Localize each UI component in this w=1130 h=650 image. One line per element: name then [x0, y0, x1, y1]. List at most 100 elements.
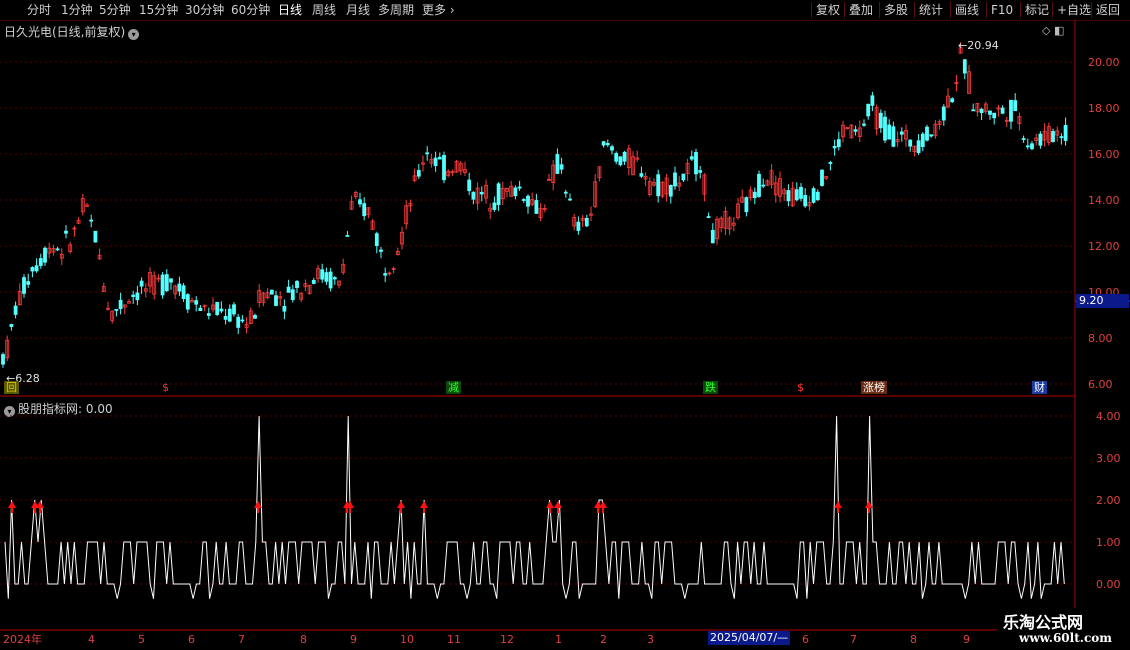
candle-body: [979, 108, 984, 113]
candle-body: [1030, 143, 1034, 150]
price-tick-label: 16.00: [1088, 148, 1120, 161]
candle-body: [916, 140, 921, 154]
candle-body: [311, 279, 316, 284]
time-tick-label: 11: [447, 633, 461, 646]
candle-body: [26, 281, 31, 285]
candle-body: [614, 153, 619, 162]
time-tick-label: 5: [138, 633, 145, 646]
candle-body: [362, 203, 367, 217]
candle-body: [517, 186, 522, 189]
candle-body: [118, 299, 123, 310]
candle-body: [253, 315, 257, 319]
candle-body: [34, 265, 39, 272]
candle-body: [43, 247, 47, 263]
candle-body: [559, 164, 564, 170]
candle-body: [618, 156, 623, 166]
candle-body: [269, 289, 274, 295]
candle-body: [668, 184, 673, 197]
event-marker-1[interactable]: $: [160, 381, 171, 394]
candle-body: [1000, 107, 1005, 114]
candle-body: [698, 170, 703, 173]
candle-body: [992, 112, 997, 119]
candle-body: [899, 131, 904, 135]
current-price-badge: 9.20: [1076, 294, 1129, 308]
indicator-line: [4, 415, 1065, 599]
candle-body: [971, 109, 976, 112]
event-marker-6[interactable]: 财: [1032, 381, 1047, 394]
event-marker-5[interactable]: 涨榜: [861, 381, 887, 394]
candle-body: [236, 316, 241, 328]
candle-body: [206, 313, 211, 316]
candle-body: [694, 152, 698, 175]
chart-canvas[interactable]: 20.00 18.00 16.00 14.00 12.00 1 0.00 8.00 6.00 4.…: [0, 0, 1130, 650]
candle-body: [786, 190, 791, 202]
candle-body: [866, 103, 871, 117]
candle-body: [853, 129, 858, 132]
time-tick-label: 10: [400, 633, 414, 646]
candle-body: [169, 278, 173, 283]
price-tick-label: 8.00: [1088, 332, 1113, 345]
price-tick-label: 20.00: [1088, 56, 1120, 69]
candle-body: [332, 277, 337, 280]
time-tick-label: 2024年: [3, 632, 42, 646]
candle-body: [988, 110, 992, 115]
high-price-label: ←20.94: [958, 39, 999, 52]
candle-body: [1059, 136, 1064, 139]
candle-body: [811, 188, 816, 203]
candle-body: [290, 289, 295, 301]
time-tick-label: 12: [500, 633, 514, 646]
event-marker-2[interactable]: 减: [446, 381, 461, 394]
candle-body: [521, 199, 526, 201]
candle-body: [563, 191, 568, 194]
candle-body: [950, 98, 955, 103]
candle-body: [610, 146, 614, 151]
candle-body: [639, 173, 644, 177]
candle-body: [181, 285, 186, 300]
candle-body: [794, 189, 799, 201]
candle-body: [815, 191, 820, 201]
event-marker-3[interactable]: 跌: [703, 381, 718, 394]
time-tick-label: 4: [88, 633, 95, 646]
cursor-date-badge: 2025/04/07/—: [708, 631, 791, 645]
candle-body: [883, 116, 887, 141]
event-marker-4[interactable]: $: [795, 381, 806, 394]
event-marker-0[interactable]: 回: [4, 381, 19, 394]
candle-body: [689, 156, 694, 160]
candle-body: [274, 295, 278, 306]
time-tick-label: 9: [350, 633, 357, 646]
candle-body: [576, 221, 581, 231]
candle-body: [534, 200, 539, 214]
candle-body: [820, 169, 824, 186]
candle-body: [374, 233, 379, 246]
candle-body: [920, 133, 925, 148]
candle-body: [526, 195, 530, 207]
price-tick-label: 18.00: [1088, 102, 1120, 115]
candle-body: [492, 202, 497, 210]
candle-body: [1051, 131, 1055, 142]
candle-body: [757, 173, 761, 197]
candle-body: [114, 309, 119, 311]
candle-body: [38, 258, 43, 266]
candle-body: [673, 172, 677, 187]
candle-body: [240, 319, 245, 322]
candle-body: [9, 324, 14, 327]
time-tick-label: 7: [850, 633, 857, 646]
candle-body: [832, 145, 837, 149]
candle-body: [437, 156, 442, 160]
candle-body: [223, 315, 228, 320]
candle-body: [761, 184, 766, 187]
indicator-tick-label: 0.00: [1096, 578, 1121, 591]
candle-body: [135, 292, 140, 301]
candle-body: [89, 219, 94, 222]
candle-body: [962, 59, 967, 74]
candle-body: [1009, 99, 1013, 122]
candle-body: [828, 162, 833, 164]
candle-body: [194, 300, 199, 305]
candle-body: [185, 294, 190, 310]
candle-body: [1013, 100, 1018, 112]
candle-body: [706, 216, 711, 219]
candle-body: [64, 230, 68, 234]
candle-body: [479, 192, 484, 195]
watermark: 乐淘公式网 www.60lt.com: [997, 608, 1130, 650]
candle-body: [752, 191, 757, 199]
